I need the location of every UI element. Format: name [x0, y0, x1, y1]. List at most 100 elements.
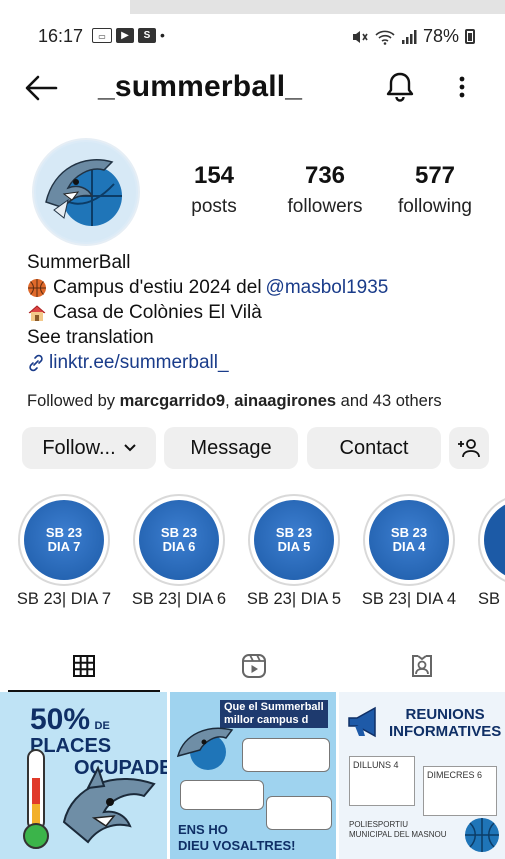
bio-line-1-text: Campus d'estiu 2024 del	[53, 277, 262, 298]
post-3-card-2: DIMECRES 6	[423, 766, 497, 816]
top-strip	[0, 0, 505, 14]
post-3-place-1: POLIESPORTIU	[349, 820, 408, 829]
link-icon	[29, 354, 43, 371]
highlight-cover-line1: SB 23	[275, 525, 313, 540]
bio-link-row[interactable]: linktr.ee/summerball_	[27, 350, 487, 375]
following-label: following	[398, 196, 472, 217]
post-2-bottom: ENS HO DIEU VOSALTRES!	[178, 822, 296, 854]
bio-line-1: Campus d'estiu 2024 del @masbol1935	[27, 275, 487, 300]
stat-posts[interactable]: 154 posts	[178, 162, 250, 218]
highlight-label: SB 23| DIA 5	[246, 590, 342, 608]
highlight-cover-line2: DIA 7	[47, 539, 81, 554]
followed-suffix: and 43 others	[336, 392, 442, 410]
status-bar: 16:17 ▭ ▶ S • 78%	[0, 22, 505, 52]
post-1-percent: 50%	[30, 703, 91, 736]
post-3-place-2: MUNICIPAL DEL MASNOU	[349, 830, 447, 839]
post-1-de: DE	[94, 720, 110, 732]
post-3-title-1: REUNIONS	[405, 706, 485, 723]
add-person-icon	[458, 439, 480, 458]
wifi-icon	[375, 30, 395, 45]
post-2-bottom-2: DIEU VOSALTRES!	[178, 838, 296, 853]
followed-prefix: Followed by	[27, 392, 120, 410]
contact-button-label: Contact	[339, 436, 409, 459]
profile-header: _summerball_	[0, 62, 505, 114]
dot-icon: •	[160, 27, 165, 43]
followed-user-2: ainaagirones	[234, 392, 337, 410]
highlight-cover: SB 23 DIA 6	[139, 500, 219, 580]
stat-followers[interactable]: 736 followers	[280, 162, 370, 218]
post-3-title: REUNIONS INFORMATIVES	[389, 706, 501, 740]
followed-user-1: marcgarrido9	[119, 392, 226, 410]
bio-mention-link[interactable]: @masbol1935	[266, 275, 389, 300]
suggest-people-button[interactable]	[449, 427, 489, 469]
highlight-item[interactable]: SB 23 DIA 4 SB 23| DIA 4	[362, 494, 456, 608]
highlight-cover: SB 23 DIA 7	[24, 500, 104, 580]
post-3-day-2: DIMECRES 6	[427, 770, 483, 780]
house-icon	[28, 304, 46, 321]
follow-button[interactable]: Follow...	[22, 427, 156, 469]
highlight-label: SB 23| DIA 6	[131, 590, 227, 608]
post-2-title-1: Que el Summerball	[224, 701, 324, 713]
youtube-icon: ▶	[116, 27, 134, 43]
tab-grid[interactable]	[0, 640, 168, 692]
back-arrow-icon[interactable]	[22, 70, 62, 106]
system-icons: 78%	[351, 26, 475, 47]
bell-icon[interactable]	[384, 70, 416, 104]
tab-tagged[interactable]	[338, 640, 505, 692]
shark-mascot-icon	[176, 727, 234, 770]
followed-by-text[interactable]: Followed by marcgarrido9, ainaagirones a…	[27, 392, 442, 411]
contact-button[interactable]: Contact	[307, 427, 441, 469]
post-2-bottom-1: ENS HO	[178, 822, 228, 837]
post-grid: 50% DE PLACES OCUPADES Que el Summerball…	[0, 692, 505, 859]
highlight-cover-line2: DIA 5	[277, 539, 311, 554]
followers-count: 736	[304, 162, 346, 189]
profile-avatar[interactable]	[32, 138, 140, 246]
highlight-item[interactable]: SB 23 DIA 6 SB 23| DIA 6	[132, 494, 226, 608]
profile-bio: SummerBall Campus d'estiu 2024 del @masb…	[27, 250, 487, 375]
highlight-label: SB 23| DIA 4	[361, 590, 457, 608]
grid-icon	[73, 655, 95, 677]
battery-percent: 78%	[422, 26, 459, 46]
basketball-logo-icon	[465, 818, 499, 852]
posts-label: posts	[191, 196, 237, 217]
post-3-title-2: INFORMATIVES	[389, 723, 502, 740]
stat-following[interactable]: 577 following	[390, 162, 480, 218]
post-thumbnail[interactable]: Que el Summerball millor campus d ENS HO…	[170, 692, 336, 859]
s-app-icon: S	[138, 27, 156, 43]
highlight-cover: SB 23 DIA 5	[254, 500, 334, 580]
status-time: 16:17	[38, 26, 84, 46]
tab-reels[interactable]	[170, 640, 338, 692]
post-thumbnail[interactable]: 50% DE PLACES OCUPADES	[0, 692, 167, 859]
highlight-label: SB 2	[478, 590, 505, 608]
highlight-item-partial[interactable]: SB 2	[478, 494, 505, 619]
see-translation-link[interactable]: See translation	[27, 325, 487, 350]
profile-username: _summerball_	[98, 70, 303, 103]
highlight-item[interactable]: SB 23 DIA 7 SB 23| DIA 7	[17, 494, 111, 608]
highlight-cover-line2: DIA 4	[392, 539, 426, 554]
highlight-cover-line1: SB 23	[45, 525, 83, 540]
following-count: 577	[414, 162, 456, 189]
bio-line-2-text: Casa de Colònies El Vilà	[53, 302, 262, 323]
shark-logo-icon	[36, 142, 136, 242]
post-2-quote-1	[242, 738, 330, 772]
signal-icon	[401, 29, 417, 44]
message-button-label: Message	[190, 436, 272, 459]
highlight-cover-line1: SB 23	[160, 525, 198, 540]
follow-button-label: Follow...	[42, 436, 116, 459]
more-options-icon[interactable]	[452, 70, 472, 104]
message-button[interactable]: Message	[164, 427, 298, 469]
tagged-icon	[412, 655, 432, 677]
cast-icon: ▭	[92, 27, 112, 43]
battery-icon	[465, 29, 475, 44]
highlight-item[interactable]: SB 23 DIA 5 SB 23| DIA 5	[247, 494, 341, 608]
bio-external-link[interactable]: linktr.ee/summerball_	[49, 350, 229, 375]
shark-mascot-icon	[62, 765, 156, 844]
highlight-cover-line2: DIA 6	[162, 539, 196, 554]
post-3-place: POLIESPORTIU MUNICIPAL DEL MASNOU	[349, 820, 447, 840]
chevron-down-icon	[123, 444, 136, 452]
post-thumbnail[interactable]: REUNIONS INFORMATIVES DILLUNS 4 DIMECRES…	[339, 692, 505, 859]
followed-sep: ,	[225, 392, 235, 410]
post-3-card-1: DILLUNS 4	[349, 756, 415, 806]
content-tabs	[0, 640, 505, 692]
post-2-quote-2	[180, 780, 264, 810]
